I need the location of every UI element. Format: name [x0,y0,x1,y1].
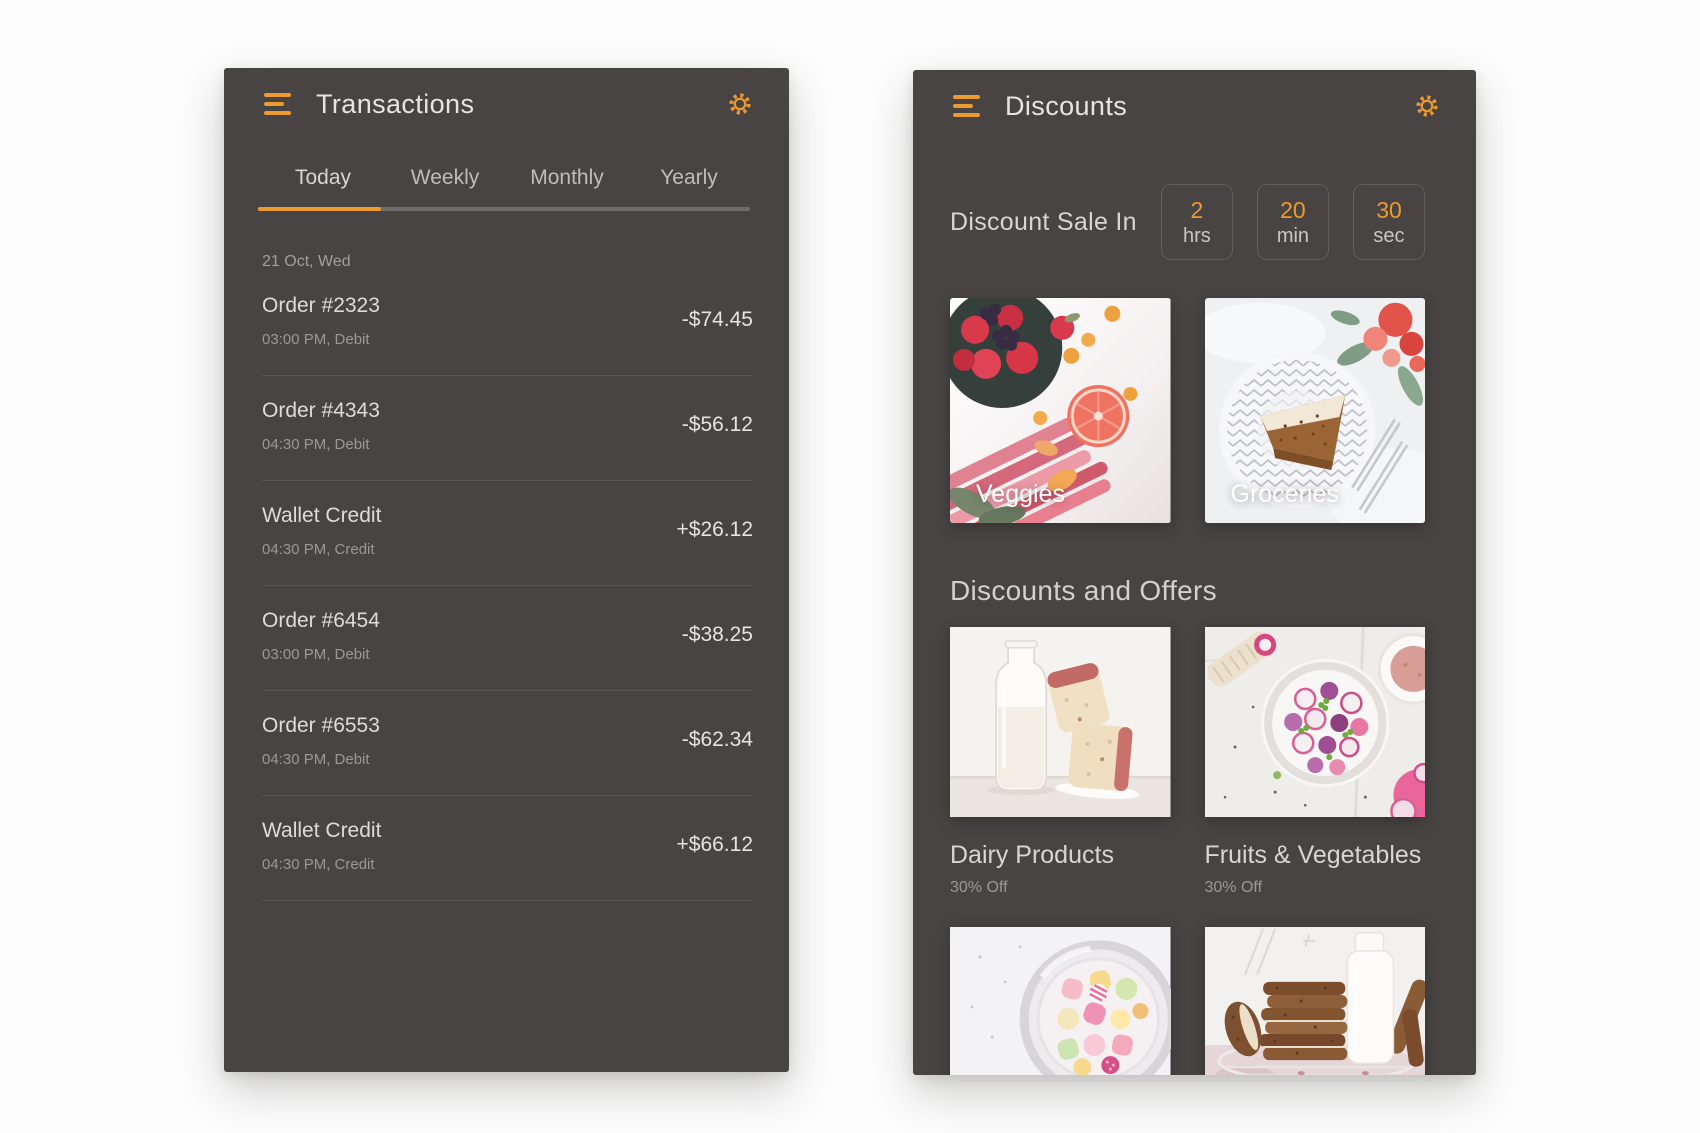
transaction-list: 21 Oct, Wed Order #2323 03:00 PM, Debit … [262,253,753,901]
offer-card-cookies[interactable] [1205,927,1426,1075]
transaction-subtitle: 04:30 PM, Credit [262,856,753,873]
offer-discount: 30% Off [950,879,1171,897]
mockup-canvas: Transactions Today Weekly Monthly Yearly… [0,0,1700,1133]
transaction-subtitle: 04:30 PM, Debit [262,436,753,453]
discounts-header: Discounts [953,88,1440,124]
transaction-amount: -$62.34 [682,728,753,752]
transaction-amount: +$66.12 [677,833,754,857]
transaction-title: Order #6553 [262,714,753,738]
category-grid: Veggies [950,298,1425,523]
gear-icon[interactable] [727,91,753,117]
offer-card-dairy[interactable]: Dairy Products 30% Off [950,627,1171,897]
discounts-screen: Discounts Discount Sale In 2 hrs 20 min [913,70,1476,1075]
countdown-seconds-box: 30 sec [1353,184,1425,260]
category-card-groceries[interactable]: Groceries [1205,298,1426,523]
countdown-minutes-box: 20 min [1257,184,1329,260]
category-card-veggies[interactable]: Veggies [950,298,1171,523]
transaction-subtitle: 04:30 PM, Debit [262,751,753,768]
tab-weekly[interactable]: Weekly [384,166,506,207]
radish-bowl-photo [1205,627,1426,817]
period-tabs: Today Weekly Monthly Yearly [262,166,750,207]
transaction-title: Order #4343 [262,399,753,423]
countdown-seconds-value: 30 [1376,197,1402,224]
countdown-hours-box: 2 hrs [1161,184,1233,260]
milk-bottle-cake-photo [950,627,1171,817]
candy-jar-photo [950,927,1171,1075]
hamburger-icon[interactable] [264,93,291,115]
transaction-subtitle: 03:00 PM, Debit [262,646,753,663]
tab-today[interactable]: Today [262,166,384,207]
date-header: 21 Oct, Wed [262,253,753,271]
countdown-minutes-value: 20 [1280,197,1306,224]
offer-card-candy[interactable] [950,927,1171,1075]
discount-countdown: Discount Sale In 2 hrs 20 min 30 sec [950,184,1425,260]
transaction-title: Order #2323 [262,294,753,318]
transaction-row[interactable]: Wallet Credit 04:30 PM, Credit +$66.12 [262,796,753,901]
transaction-row[interactable]: Order #6553 04:30 PM, Debit -$62.34 [262,691,753,796]
gear-icon[interactable] [1414,93,1440,119]
countdown-hours-value: 2 [1190,197,1203,224]
transaction-row[interactable]: Order #6454 03:00 PM, Debit -$38.25 [262,586,753,691]
countdown-hours-unit: hrs [1183,225,1211,248]
transaction-row[interactable]: Order #4343 04:30 PM, Debit -$56.12 [262,376,753,481]
transaction-amount: -$38.25 [682,623,753,647]
category-label: Veggies [976,480,1065,509]
offers-heading: Discounts and Offers [950,575,1425,607]
page-title: Discounts [1005,91,1127,122]
offer-title: Fruits & Vegetables [1205,841,1426,870]
offer-card-fruits-vegetables[interactable]: Fruits & Vegetables 30% Off [1205,627,1426,897]
offer-discount: 30% Off [1205,879,1426,897]
transaction-amount: +$26.12 [677,518,754,542]
tab-yearly[interactable]: Yearly [628,166,750,207]
transaction-amount: -$74.45 [682,308,753,332]
cookies-milk-photo [1205,927,1426,1075]
page-title: Transactions [316,89,474,120]
active-tab-indicator [258,207,381,211]
transactions-header: Transactions [264,86,753,122]
transaction-row[interactable]: Order #2323 03:00 PM, Debit -$74.45 [262,271,753,376]
offers-grid: Dairy Products 30% Off [950,627,1425,1075]
transaction-subtitle: 04:30 PM, Credit [262,541,753,558]
transaction-subtitle: 03:00 PM, Debit [262,331,753,348]
tab-monthly[interactable]: Monthly [506,166,628,207]
countdown-minutes-unit: min [1277,225,1309,248]
countdown-label: Discount Sale In [950,208,1137,237]
transaction-amount: -$56.12 [682,413,753,437]
transaction-row[interactable]: Wallet Credit 04:30 PM, Credit +$26.12 [262,481,753,586]
category-label: Groceries [1231,480,1339,509]
countdown-seconds-unit: sec [1373,225,1404,248]
offer-title: Dairy Products [950,841,1171,870]
transactions-screen: Transactions Today Weekly Monthly Yearly… [224,68,789,1072]
tab-underline-track [258,207,750,211]
hamburger-icon[interactable] [953,95,980,117]
transaction-title: Order #6454 [262,609,753,633]
